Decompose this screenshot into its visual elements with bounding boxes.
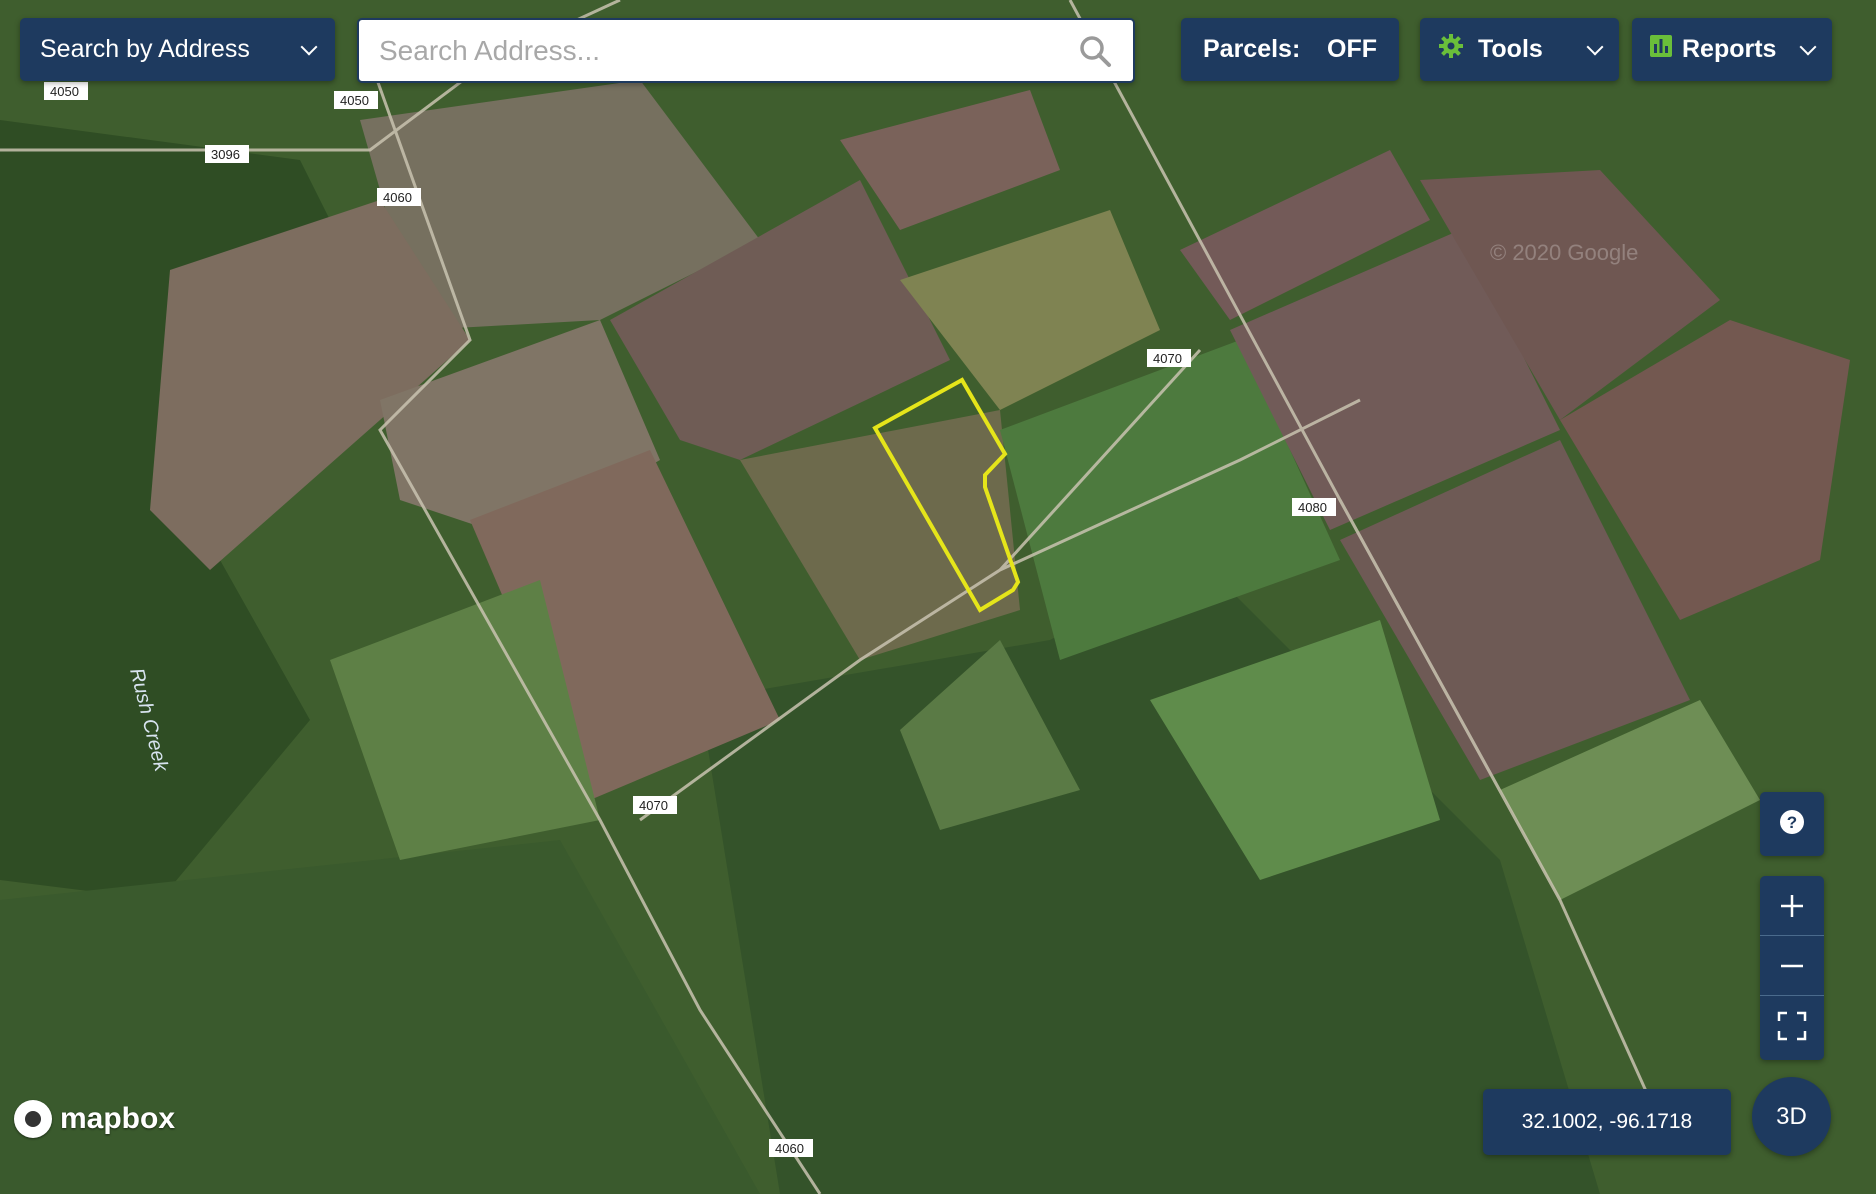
search-mode-dropdown[interactable]: Search by Address <box>20 18 335 81</box>
mapbox-logo-icon <box>14 1100 52 1138</box>
zoom-out-button[interactable] <box>1760 936 1824 996</box>
tools-label: Tools <box>1478 35 1543 63</box>
help-button[interactable]: ? <box>1760 792 1824 856</box>
search-input[interactable] <box>379 34 1077 67</box>
reports-dropdown[interactable]: Reports <box>1632 18 1832 81</box>
coordinates-text: 32.1002, -96.1718 <box>1521 1110 1693 1133</box>
svg-text:4060: 4060 <box>383 190 412 205</box>
svg-text:4070: 4070 <box>639 798 668 813</box>
parcels-label: Parcels: <box>1203 35 1301 63</box>
satellite-map[interactable]: 4050 4050 3096 4060 4070 4080 4070 4060 … <box>0 0 1876 1194</box>
search-mode-label: Search by Address <box>40 35 250 63</box>
3d-label: 3D <box>1776 1102 1807 1130</box>
svg-text:3096: 3096 <box>211 147 240 162</box>
3d-toggle-button[interactable]: 3D <box>1752 1077 1831 1156</box>
svg-text:4050: 4050 <box>50 84 79 99</box>
search-box <box>357 18 1135 83</box>
question-icon: ? <box>1779 809 1805 840</box>
zoom-in-button[interactable] <box>1760 876 1824 936</box>
svg-text:4060: 4060 <box>775 1141 804 1156</box>
fullscreen-icon <box>1777 1011 1807 1041</box>
chevron-down-icon <box>1799 38 1817 55</box>
svg-text:4050: 4050 <box>340 93 369 108</box>
parcels-toggle[interactable]: Parcels: OFF <box>1181 18 1399 81</box>
plus-icon <box>1781 894 1803 917</box>
mapbox-logo[interactable]: mapbox <box>14 1100 175 1138</box>
mapbox-attribution: mapbox <box>60 1102 176 1135</box>
search-icon[interactable] <box>1077 33 1113 69</box>
coordinates-display: 32.1002, -96.1718 <box>1483 1089 1731 1155</box>
parcels-state: OFF <box>1327 35 1377 63</box>
fullscreen-button[interactable] <box>1760 996 1824 1056</box>
bar-chart-icon <box>1650 35 1672 64</box>
svg-text:?: ? <box>1787 813 1797 832</box>
gear-icon <box>1438 33 1464 66</box>
chevron-down-icon <box>1586 38 1604 55</box>
chevron-down-icon <box>300 38 318 55</box>
minus-icon <box>1781 964 1803 967</box>
zoom-controls <box>1760 876 1824 1060</box>
reports-label: Reports <box>1682 35 1777 63</box>
tools-dropdown[interactable]: Tools <box>1420 18 1619 81</box>
svg-text:4070: 4070 <box>1153 351 1182 366</box>
svg-text:4080: 4080 <box>1298 500 1327 515</box>
map-watermark: © 2020 Google <box>1490 240 1638 265</box>
